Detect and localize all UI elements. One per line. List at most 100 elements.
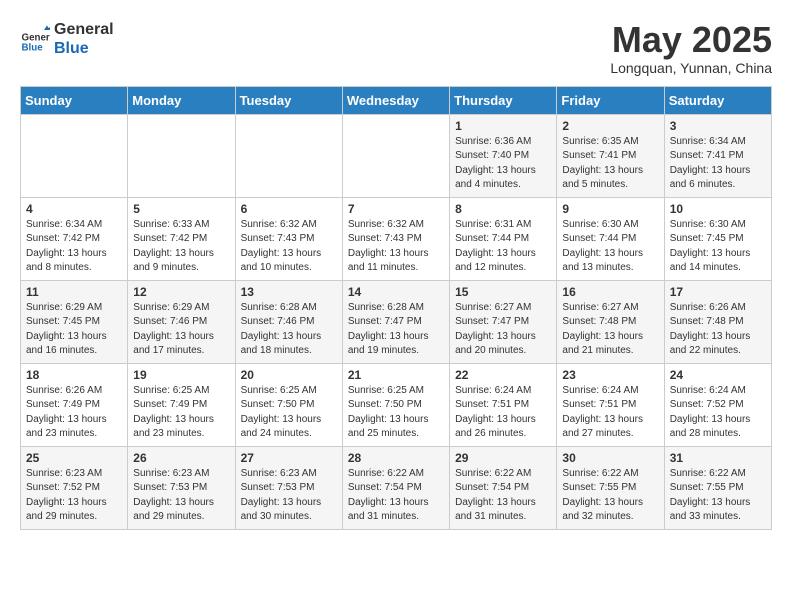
location: Longquan, Yunnan, China [610,60,772,76]
day-cell: 6 Sunrise: 6:32 AM Sunset: 7:43 PM Daylig… [235,197,342,280]
day-number: 2 [562,119,658,133]
day-info: Sunrise: 6:22 AM Sunset: 7:54 PM Dayligh… [348,467,444,525]
day-info: Sunrise: 6:28 AM Sunset: 7:46 PM Dayligh… [241,301,337,359]
day-number: 1 [455,119,551,133]
title-block: May 2025 Longquan, Yunnan, China [610,20,772,76]
day-number: 6 [241,202,337,216]
day-info: Sunrise: 6:25 AM Sunset: 7:49 PM Dayligh… [133,384,229,442]
day-cell: 14 Sunrise: 6:28 AM Sunset: 7:47 PM Dayli… [342,280,449,363]
day-info: Sunrise: 6:23 AM Sunset: 7:53 PM Dayligh… [133,467,229,525]
day-number: 3 [670,119,766,133]
day-info: Sunrise: 6:30 AM Sunset: 7:45 PM Dayligh… [670,218,766,276]
day-cell: 28 Sunrise: 6:22 AM Sunset: 7:54 PM Dayli… [342,446,449,529]
day-info: Sunrise: 6:22 AM Sunset: 7:54 PM Dayligh… [455,467,551,525]
day-number: 8 [455,202,551,216]
day-cell: 25 Sunrise: 6:23 AM Sunset: 7:52 PM Dayli… [21,446,128,529]
day-number: 25 [26,451,122,465]
day-cell [128,114,235,197]
header-monday: Monday [128,86,235,114]
day-number: 19 [133,368,229,382]
day-number: 11 [26,285,122,299]
day-cell: 16 Sunrise: 6:27 AM Sunset: 7:48 PM Dayli… [557,280,664,363]
header-tuesday: Tuesday [235,86,342,114]
day-cell: 26 Sunrise: 6:23 AM Sunset: 7:53 PM Dayli… [128,446,235,529]
day-cell: 20 Sunrise: 6:25 AM Sunset: 7:50 PM Dayli… [235,363,342,446]
day-info: Sunrise: 6:27 AM Sunset: 7:47 PM Dayligh… [455,301,551,359]
day-number: 29 [455,451,551,465]
day-info: Sunrise: 6:23 AM Sunset: 7:52 PM Dayligh… [26,467,122,525]
day-cell: 18 Sunrise: 6:26 AM Sunset: 7:49 PM Dayli… [21,363,128,446]
day-info: Sunrise: 6:24 AM Sunset: 7:51 PM Dayligh… [455,384,551,442]
header-thursday: Thursday [450,86,557,114]
day-cell: 1 Sunrise: 6:36 AM Sunset: 7:40 PM Daylig… [450,114,557,197]
day-cell: 4Sunrise: 6:34 AM Sunset: 7:42 PM Daylig… [21,197,128,280]
page-header: General Blue GeneralBlue May 2025 Longqu… [20,20,772,76]
month-title: May 2025 [610,20,772,60]
day-cell: 17 Sunrise: 6:26 AM Sunset: 7:48 PM Dayli… [664,280,771,363]
header-friday: Friday [557,86,664,114]
day-info: Sunrise: 6:25 AM Sunset: 7:50 PM Dayligh… [241,384,337,442]
logo-text: GeneralBlue [54,20,114,58]
day-number: 20 [241,368,337,382]
day-info: Sunrise: 6:34 AM Sunset: 7:42 PM Dayligh… [26,218,122,276]
day-cell: 24 Sunrise: 6:24 AM Sunset: 7:52 PM Dayli… [664,363,771,446]
day-info: Sunrise: 6:29 AM Sunset: 7:46 PM Dayligh… [133,301,229,359]
day-info: Sunrise: 6:26 AM Sunset: 7:49 PM Dayligh… [26,384,122,442]
calendar-table: SundayMondayTuesdayWednesdayThursdayFrid… [20,86,772,530]
header-wednesday: Wednesday [342,86,449,114]
day-info: Sunrise: 6:27 AM Sunset: 7:48 PM Dayligh… [562,301,658,359]
day-info: Sunrise: 6:22 AM Sunset: 7:55 PM Dayligh… [562,467,658,525]
day-info: Sunrise: 6:24 AM Sunset: 7:51 PM Dayligh… [562,384,658,442]
day-number: 16 [562,285,658,299]
day-info: Sunrise: 6:31 AM Sunset: 7:44 PM Dayligh… [455,218,551,276]
day-number: 26 [133,451,229,465]
day-number: 31 [670,451,766,465]
day-cell [235,114,342,197]
svg-text:Blue: Blue [22,42,44,53]
week-row-1: 1 Sunrise: 6:36 AM Sunset: 7:40 PM Daylig… [21,114,772,197]
day-number: 5 [133,202,229,216]
day-info: Sunrise: 6:32 AM Sunset: 7:43 PM Dayligh… [241,218,337,276]
day-number: 17 [670,285,766,299]
day-info: Sunrise: 6:36 AM Sunset: 7:40 PM Dayligh… [455,135,551,193]
week-row-5: 25 Sunrise: 6:23 AM Sunset: 7:52 PM Dayli… [21,446,772,529]
day-number: 18 [26,368,122,382]
day-number: 27 [241,451,337,465]
day-info: Sunrise: 6:28 AM Sunset: 7:47 PM Dayligh… [348,301,444,359]
day-cell: 11 Sunrise: 6:29 AM Sunset: 7:45 PM Dayli… [21,280,128,363]
day-info: Sunrise: 6:34 AM Sunset: 7:41 PM Dayligh… [670,135,766,193]
logo-icon: General Blue [20,24,50,54]
day-info: Sunrise: 6:32 AM Sunset: 7:43 PM Dayligh… [348,218,444,276]
day-cell: 15Sunrise: 6:27 AM Sunset: 7:47 PM Dayli… [450,280,557,363]
week-row-3: 11 Sunrise: 6:29 AM Sunset: 7:45 PM Dayli… [21,280,772,363]
day-info: Sunrise: 6:35 AM Sunset: 7:41 PM Dayligh… [562,135,658,193]
day-info: Sunrise: 6:26 AM Sunset: 7:48 PM Dayligh… [670,301,766,359]
header-saturday: Saturday [664,86,771,114]
day-cell: 30 Sunrise: 6:22 AM Sunset: 7:55 PM Dayli… [557,446,664,529]
day-cell: 12Sunrise: 6:29 AM Sunset: 7:46 PM Dayli… [128,280,235,363]
week-row-2: 4Sunrise: 6:34 AM Sunset: 7:42 PM Daylig… [21,197,772,280]
day-number: 30 [562,451,658,465]
day-number: 28 [348,451,444,465]
day-number: 22 [455,368,551,382]
day-cell: 5 Sunrise: 6:33 AM Sunset: 7:42 PM Daylig… [128,197,235,280]
day-info: Sunrise: 6:22 AM Sunset: 7:55 PM Dayligh… [670,467,766,525]
day-info: Sunrise: 6:24 AM Sunset: 7:52 PM Dayligh… [670,384,766,442]
day-number: 14 [348,285,444,299]
day-cell: 21Sunrise: 6:25 AM Sunset: 7:50 PM Dayli… [342,363,449,446]
day-number: 24 [670,368,766,382]
day-number: 10 [670,202,766,216]
day-number: 7 [348,202,444,216]
day-cell: 27 Sunrise: 6:23 AM Sunset: 7:53 PM Dayli… [235,446,342,529]
day-cell [342,114,449,197]
day-cell: 22 Sunrise: 6:24 AM Sunset: 7:51 PM Dayli… [450,363,557,446]
day-cell: 23Sunrise: 6:24 AM Sunset: 7:51 PM Dayli… [557,363,664,446]
day-info: Sunrise: 6:23 AM Sunset: 7:53 PM Dayligh… [241,467,337,525]
day-cell: 7 Sunrise: 6:32 AM Sunset: 7:43 PM Daylig… [342,197,449,280]
day-info: Sunrise: 6:33 AM Sunset: 7:42 PM Dayligh… [133,218,229,276]
day-info: Sunrise: 6:29 AM Sunset: 7:45 PM Dayligh… [26,301,122,359]
day-info: Sunrise: 6:25 AM Sunset: 7:50 PM Dayligh… [348,384,444,442]
day-cell: 19 Sunrise: 6:25 AM Sunset: 7:49 PM Dayli… [128,363,235,446]
day-cell [21,114,128,197]
day-number: 13 [241,285,337,299]
